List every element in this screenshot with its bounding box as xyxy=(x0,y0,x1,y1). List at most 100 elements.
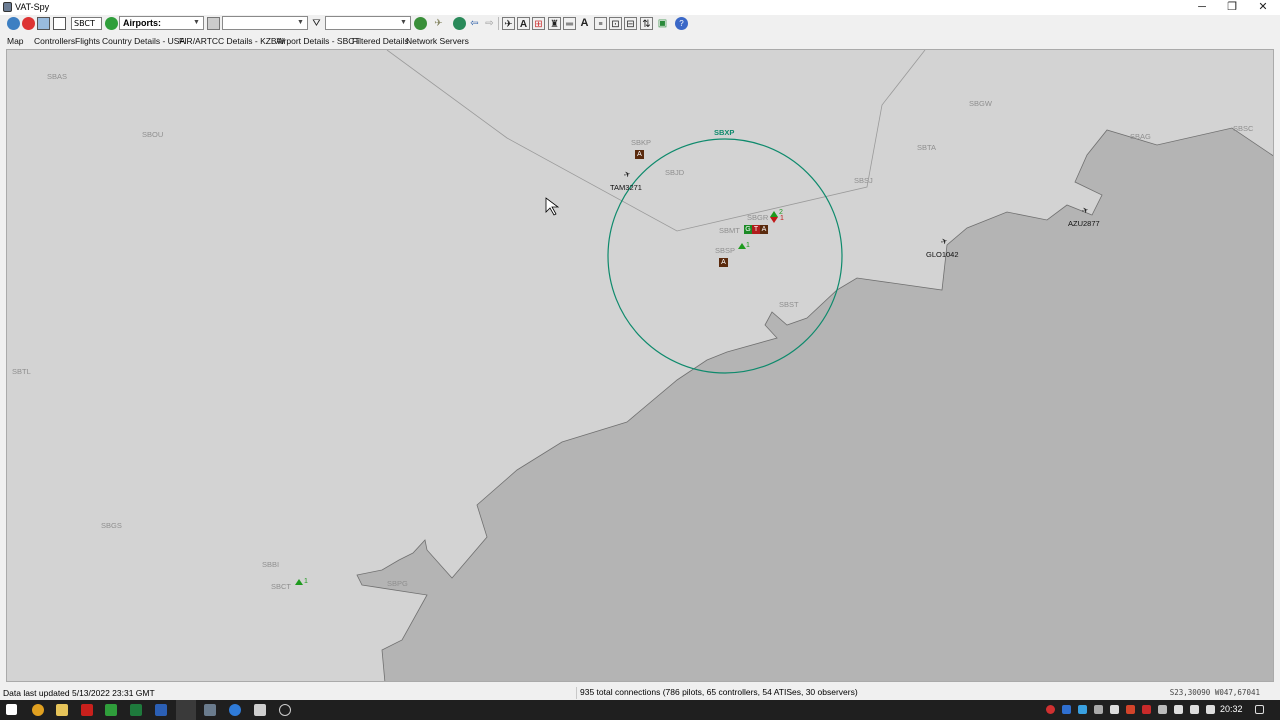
flight-callsign[interactable]: AZU2877 xyxy=(1068,219,1100,228)
tray-icon[interactable] xyxy=(1062,705,1071,714)
airport-label[interactable]: SBSJ xyxy=(854,176,873,185)
tab-filtered-details[interactable]: Filtered Details xyxy=(352,36,409,46)
steam-icon[interactable] xyxy=(204,704,216,716)
taskbar-clock[interactable]: 20:32 xyxy=(1220,704,1243,714)
export-icon[interactable]: ▣ xyxy=(656,17,669,30)
airport-label[interactable]: SBCT xyxy=(271,582,291,591)
atis-badge[interactable]: A xyxy=(635,150,644,159)
airport-label[interactable]: SBOU xyxy=(142,130,163,139)
airport-label[interactable]: SBAS xyxy=(47,72,67,81)
label-a-icon[interactable]: A xyxy=(517,17,530,30)
forward-icon[interactable]: ⇨ xyxy=(483,17,496,30)
airport-label[interactable]: SBJD xyxy=(665,168,684,177)
app-icon[interactable] xyxy=(254,704,266,716)
airport-label[interactable]: SBGS xyxy=(101,521,122,530)
tab-controllers[interactable]: Controllers xyxy=(34,36,75,46)
notification-icon[interactable] xyxy=(1255,705,1264,714)
tower-icon[interactable]: ♜ xyxy=(548,17,561,30)
word-icon[interactable] xyxy=(155,704,167,716)
airport-label[interactable]: SBBI xyxy=(262,560,279,569)
network-icon[interactable] xyxy=(1206,705,1215,714)
go-icon[interactable] xyxy=(105,17,118,30)
airport-label[interactable]: SBSC xyxy=(1233,124,1253,133)
atis-badge[interactable]: A xyxy=(719,258,728,267)
atis-badge[interactable]: A xyxy=(760,225,768,234)
aircraft-icon[interactable]: ✈ xyxy=(502,17,515,30)
airport-label[interactable]: SBSP xyxy=(715,246,735,255)
refresh-map-icon[interactable] xyxy=(414,17,427,30)
refresh-icon[interactable] xyxy=(37,17,50,30)
approach-label[interactable]: SBXP xyxy=(714,128,734,137)
globe-icon[interactable] xyxy=(453,17,466,30)
explorer-icon[interactable] xyxy=(56,704,68,716)
tab-country-details[interactable]: Country Details - USA xyxy=(102,36,185,46)
close-button[interactable]: ✕ xyxy=(1248,0,1278,15)
filter-icon[interactable]: ⛛ xyxy=(310,17,323,30)
ground-badge[interactable]: G xyxy=(744,225,752,234)
tertiary-select[interactable]: ▼ xyxy=(325,16,411,30)
start-icon[interactable] xyxy=(6,704,17,715)
excel-icon[interactable] xyxy=(130,704,142,716)
airport-label[interactable]: SBGW xyxy=(969,99,992,108)
maximize-button[interactable]: ❐ xyxy=(1217,0,1247,15)
runway-icon[interactable]: ═ xyxy=(563,17,576,30)
tray-icon[interactable] xyxy=(1094,705,1103,714)
flight-level-icon[interactable]: ≡ xyxy=(594,17,607,30)
notepad-icon[interactable] xyxy=(105,704,117,716)
radar-map[interactable]: SBAS SBOU SBTL SBGS SBBI SBCT SBPG SBKP … xyxy=(6,49,1274,682)
microphone-icon[interactable] xyxy=(1110,705,1119,714)
chevron-down-icon[interactable]: ▼ xyxy=(191,17,202,29)
airport-label[interactable]: SBKP xyxy=(631,138,651,147)
airport-label[interactable]: SBAG xyxy=(1130,132,1151,141)
app-icon[interactable] xyxy=(279,704,291,716)
tower-badge[interactable]: T xyxy=(752,225,760,234)
airport-label[interactable]: SBPG xyxy=(387,579,408,588)
grid-icon[interactable]: ⊞ xyxy=(532,17,545,30)
last-updated-text: Data last updated 5/13/2022 23:31 GMT xyxy=(3,688,155,698)
connect-icon[interactable] xyxy=(7,17,20,30)
callsign-search-input[interactable] xyxy=(71,17,102,30)
secondary-select[interactable]: ▼ xyxy=(222,16,308,30)
app-icon[interactable] xyxy=(229,704,241,716)
disconnect-icon[interactable] xyxy=(22,17,35,30)
tab-airport-details[interactable]: Airport Details - SBCT xyxy=(276,36,360,46)
airport-label[interactable]: SBGR xyxy=(747,213,768,222)
battery-icon[interactable] xyxy=(1174,705,1183,714)
tray-icon[interactable] xyxy=(1142,705,1151,714)
tray-icon[interactable] xyxy=(1078,705,1087,714)
flight-callsign[interactable]: GLO1042 xyxy=(926,250,959,259)
chevron-down-icon[interactable]: ▼ xyxy=(295,17,306,29)
settings-icon[interactable] xyxy=(53,17,66,30)
tab-fir-details[interactable]: FIR/ARTCC Details - KZBW xyxy=(179,36,285,46)
arrival-count: 1 xyxy=(780,215,784,222)
tab-network-servers[interactable]: Network Servers xyxy=(406,36,469,46)
airport-label[interactable]: SBTL xyxy=(12,367,31,376)
airport-label[interactable]: SBMT xyxy=(719,226,740,235)
planes-icon[interactable]: ✈ xyxy=(432,17,445,30)
tray-icon[interactable] xyxy=(1126,705,1135,714)
tab-map[interactable]: Map xyxy=(7,36,24,46)
ndb-icon[interactable]: ⊟ xyxy=(624,17,637,30)
tray-icon[interactable] xyxy=(1046,705,1055,714)
filter-select[interactable]: Airports: ▼ xyxy=(119,16,204,30)
cursor-coordinates: S23,30090 W047,67041 xyxy=(1169,688,1260,697)
tray-icon[interactable] xyxy=(1158,705,1167,714)
airport-label[interactable]: SBST xyxy=(779,300,799,309)
volume-icon[interactable] xyxy=(1190,705,1199,714)
mouse-cursor xyxy=(545,197,560,216)
departure-count: 1 xyxy=(304,578,308,585)
tab-flights[interactable]: Flights xyxy=(75,36,100,46)
plane-filter-icon[interactable] xyxy=(207,17,220,30)
flight-callsign[interactable]: TAM3271 xyxy=(610,183,642,192)
sector-icon[interactable]: ⇅ xyxy=(640,17,653,30)
chevron-down-icon[interactable]: ▼ xyxy=(398,17,409,29)
vatspy-taskbar-icon[interactable] xyxy=(176,700,196,720)
vor-icon[interactable]: ⊡ xyxy=(609,17,622,30)
label-a2-icon[interactable]: A xyxy=(578,17,591,30)
acrobat-icon[interactable] xyxy=(81,704,93,716)
airport-label[interactable]: SBTA xyxy=(917,143,936,152)
back-icon[interactable]: ⇦ xyxy=(468,17,481,30)
minimize-button[interactable]: ─ xyxy=(1187,0,1217,15)
chrome-icon[interactable] xyxy=(32,704,44,716)
help-icon[interactable]: ? xyxy=(675,17,688,30)
